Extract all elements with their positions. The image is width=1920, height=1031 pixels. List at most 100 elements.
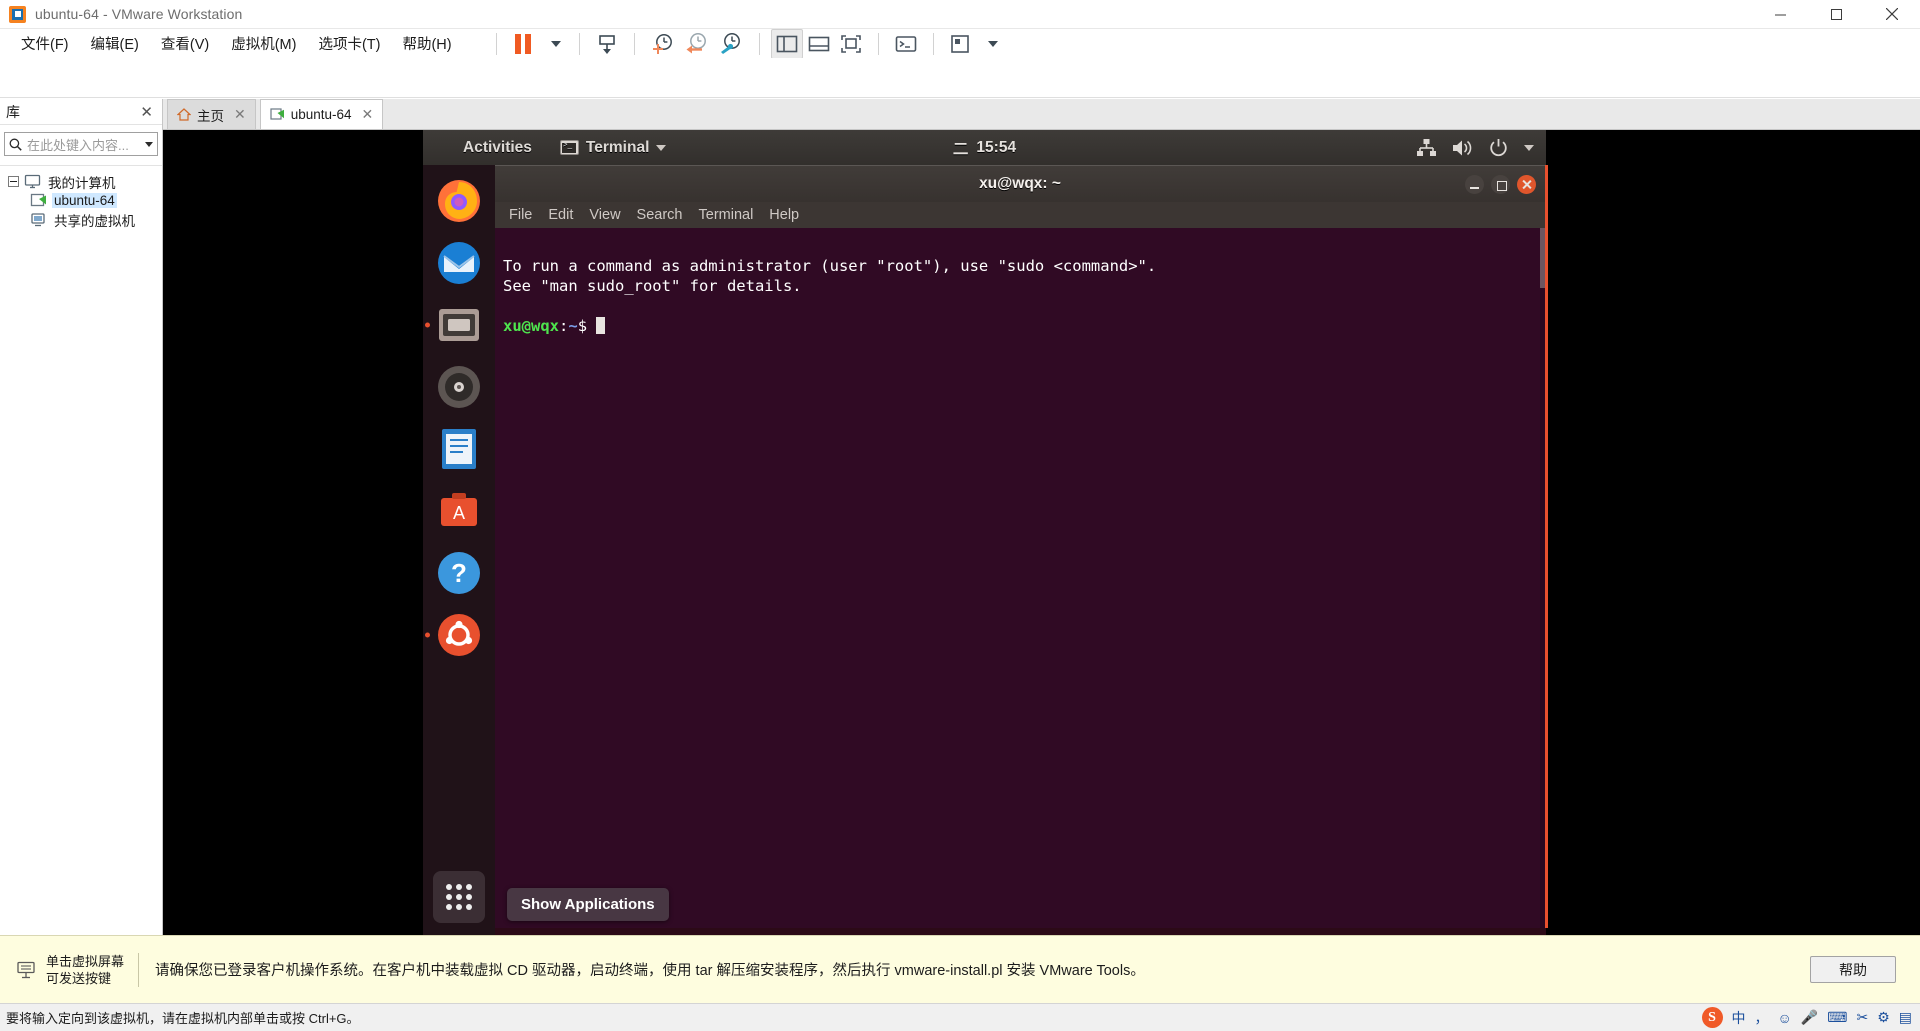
shared-vm-icon bbox=[31, 213, 45, 227]
menu-view[interactable]: 查看(V) bbox=[150, 29, 220, 58]
help-button[interactable]: 帮助 bbox=[1810, 956, 1896, 983]
vm-icon bbox=[270, 108, 284, 120]
vm-console[interactable]: Activities Terminal 二 15:54 bbox=[163, 130, 1920, 935]
tree-item-my-computer[interactable]: 我的计算机 bbox=[0, 172, 162, 191]
search-placeholder: 在此处键入内容... bbox=[27, 137, 129, 153]
preferences-dropdown[interactable] bbox=[975, 29, 1005, 59]
svg-text:?: ? bbox=[451, 558, 467, 588]
toolbar-row-spacer bbox=[0, 58, 1920, 98]
maximize-icon[interactable] bbox=[1808, 0, 1864, 29]
terminal-window[interactable]: xu@wqx: ~ File Edit View Search Terminal… bbox=[495, 165, 1545, 928]
terminal-output[interactable]: To run a command as administrator (user … bbox=[495, 228, 1545, 928]
power-icon[interactable] bbox=[1489, 138, 1508, 157]
app-menu-button[interactable]: Terminal bbox=[559, 139, 667, 157]
vmware-workstation-window: ubuntu-64 - VMware Workstation 文件(F) 编辑(… bbox=[0, 0, 1920, 1031]
show-applications-button[interactable] bbox=[433, 871, 485, 923]
dock-item-rhythmbox[interactable] bbox=[433, 361, 485, 413]
dock-item-libreoffice-writer[interactable] bbox=[433, 423, 485, 475]
tree-label: 我的计算机 bbox=[48, 175, 116, 191]
chevron-down-icon[interactable] bbox=[1524, 144, 1534, 151]
dock-item-help[interactable]: ? bbox=[433, 547, 485, 599]
chevron-down-icon[interactable] bbox=[145, 141, 153, 147]
terminal-menu-file[interactable]: File bbox=[509, 207, 532, 223]
show-console-view-button[interactable] bbox=[803, 29, 835, 59]
ime-toolbox-icon[interactable]: ✂ bbox=[1856, 1009, 1868, 1026]
close-icon[interactable] bbox=[1517, 175, 1536, 194]
dock-item-amazon[interactable] bbox=[425, 609, 485, 661]
clock-time: 15:54 bbox=[976, 138, 1017, 156]
ime-settings-icon[interactable]: ⚙ bbox=[1877, 1009, 1890, 1026]
terminal-line: To run a command as administrator (user … bbox=[503, 257, 1157, 275]
menu-edit[interactable]: 编辑(E) bbox=[80, 29, 150, 58]
network-icon[interactable] bbox=[1417, 139, 1436, 156]
ime-punctuation-mode[interactable]: ， bbox=[1755, 1008, 1769, 1028]
firefox-icon bbox=[438, 180, 480, 222]
search-input[interactable]: 在此处键入内容... bbox=[4, 132, 158, 156]
maximize-icon[interactable] bbox=[1491, 175, 1510, 194]
home-icon bbox=[177, 108, 191, 121]
windows-ime-tray: S 中 ， ☺ 🎤 ⌨ ✂ ⚙ ▤ bbox=[1701, 1007, 1912, 1028]
menu-file[interactable]: 文件(F) bbox=[10, 29, 80, 58]
volume-icon[interactable] bbox=[1452, 139, 1473, 157]
tab-ubuntu-64[interactable]: ubuntu-64 ✕ bbox=[259, 99, 384, 129]
tree-item-shared-vms[interactable]: 共享的虚拟机 bbox=[0, 210, 162, 229]
terminal-prompt-user: xu@wqx bbox=[503, 317, 559, 335]
gnome-dock: A ? bbox=[423, 165, 495, 935]
tab-strip: 主页 ✕ ubuntu-64 ✕ bbox=[163, 99, 1920, 130]
clock-day: 二 bbox=[952, 140, 969, 158]
clock-button[interactable]: 二 15:54 bbox=[915, 137, 1055, 159]
search-icon bbox=[9, 138, 22, 151]
libreoffice-writer-icon bbox=[442, 429, 476, 469]
close-icon[interactable]: ✕ bbox=[234, 106, 246, 123]
sogou-ime-icon[interactable]: S bbox=[1701, 1007, 1723, 1028]
show-applications-tooltip: Show Applications bbox=[507, 888, 669, 921]
ime-voice-icon[interactable]: 🎤 bbox=[1801, 1009, 1818, 1026]
chevron-down-icon bbox=[656, 144, 667, 151]
take-snapshot-button[interactable] bbox=[646, 29, 680, 59]
terminal-menu-help[interactable]: Help bbox=[769, 207, 799, 223]
tab-home[interactable]: 主页 ✕ bbox=[167, 99, 256, 129]
status-bar: 要将输入定向到该虚拟机，请在虚拟机内部单击或按 Ctrl+G。 S 中 ， ☺ … bbox=[0, 1003, 1920, 1031]
terminal-menu-view[interactable]: View bbox=[589, 207, 620, 223]
keyboard-send-icon bbox=[598, 34, 615, 54]
dock-item-files[interactable] bbox=[425, 299, 485, 351]
menu-tabs[interactable]: 选项卡(T) bbox=[307, 29, 391, 58]
terminal-menu-edit[interactable]: Edit bbox=[548, 207, 573, 223]
minimize-icon[interactable] bbox=[1465, 175, 1484, 194]
running-indicator bbox=[425, 322, 430, 328]
collapse-toggle-icon[interactable] bbox=[8, 176, 19, 187]
terminal-titlebar: xu@wqx: ~ bbox=[495, 166, 1545, 202]
power-dropdown-button[interactable] bbox=[538, 29, 568, 59]
suspend-button[interactable] bbox=[508, 29, 538, 59]
tree-item-ubuntu-64[interactable]: ubuntu-64 bbox=[0, 191, 162, 210]
ime-keyboard-icon[interactable]: ⌨ bbox=[1827, 1009, 1847, 1026]
dock-item-firefox[interactable] bbox=[433, 175, 485, 227]
menu-help[interactable]: 帮助(H) bbox=[391, 29, 462, 58]
close-icon[interactable]: ✕ bbox=[362, 106, 374, 123]
show-library-button[interactable] bbox=[770, 28, 803, 59]
activities-button[interactable]: Activities bbox=[463, 139, 532, 157]
minimize-icon[interactable] bbox=[1752, 0, 1808, 29]
terminal-menu-terminal[interactable]: Terminal bbox=[699, 207, 754, 223]
fullscreen-button[interactable] bbox=[835, 29, 867, 59]
dock-item-thunderbird[interactable] bbox=[433, 237, 485, 289]
close-icon[interactable]: ✕ bbox=[137, 103, 156, 121]
window-controls bbox=[1752, 0, 1920, 29]
ime-chinese-mode[interactable]: 中 bbox=[1732, 1008, 1746, 1028]
close-icon[interactable] bbox=[1864, 0, 1920, 29]
console-button[interactable] bbox=[890, 29, 922, 59]
send-ctrl-alt-del-button[interactable] bbox=[591, 29, 623, 59]
ime-emoji-icon[interactable]: ☺ bbox=[1778, 1010, 1792, 1026]
dock-item-ubuntu-software[interactable]: A bbox=[433, 485, 485, 537]
menu-vm[interactable]: 虚拟机(M) bbox=[220, 29, 307, 58]
revert-snapshot-button[interactable] bbox=[680, 29, 714, 59]
manage-snapshots-button[interactable] bbox=[714, 29, 748, 59]
ubuntu-desktop[interactable]: Activities Terminal 二 15:54 bbox=[423, 130, 1548, 935]
ime-menu-icon[interactable]: ▤ bbox=[1899, 1009, 1912, 1026]
library-header: 库 ✕ bbox=[0, 99, 162, 125]
computer-icon bbox=[24, 174, 41, 189]
terminal-menu-search[interactable]: Search bbox=[637, 207, 683, 223]
preferences-button[interactable] bbox=[945, 29, 975, 59]
ubuntu-software-icon: A bbox=[441, 493, 477, 526]
svg-text:A: A bbox=[453, 503, 465, 523]
